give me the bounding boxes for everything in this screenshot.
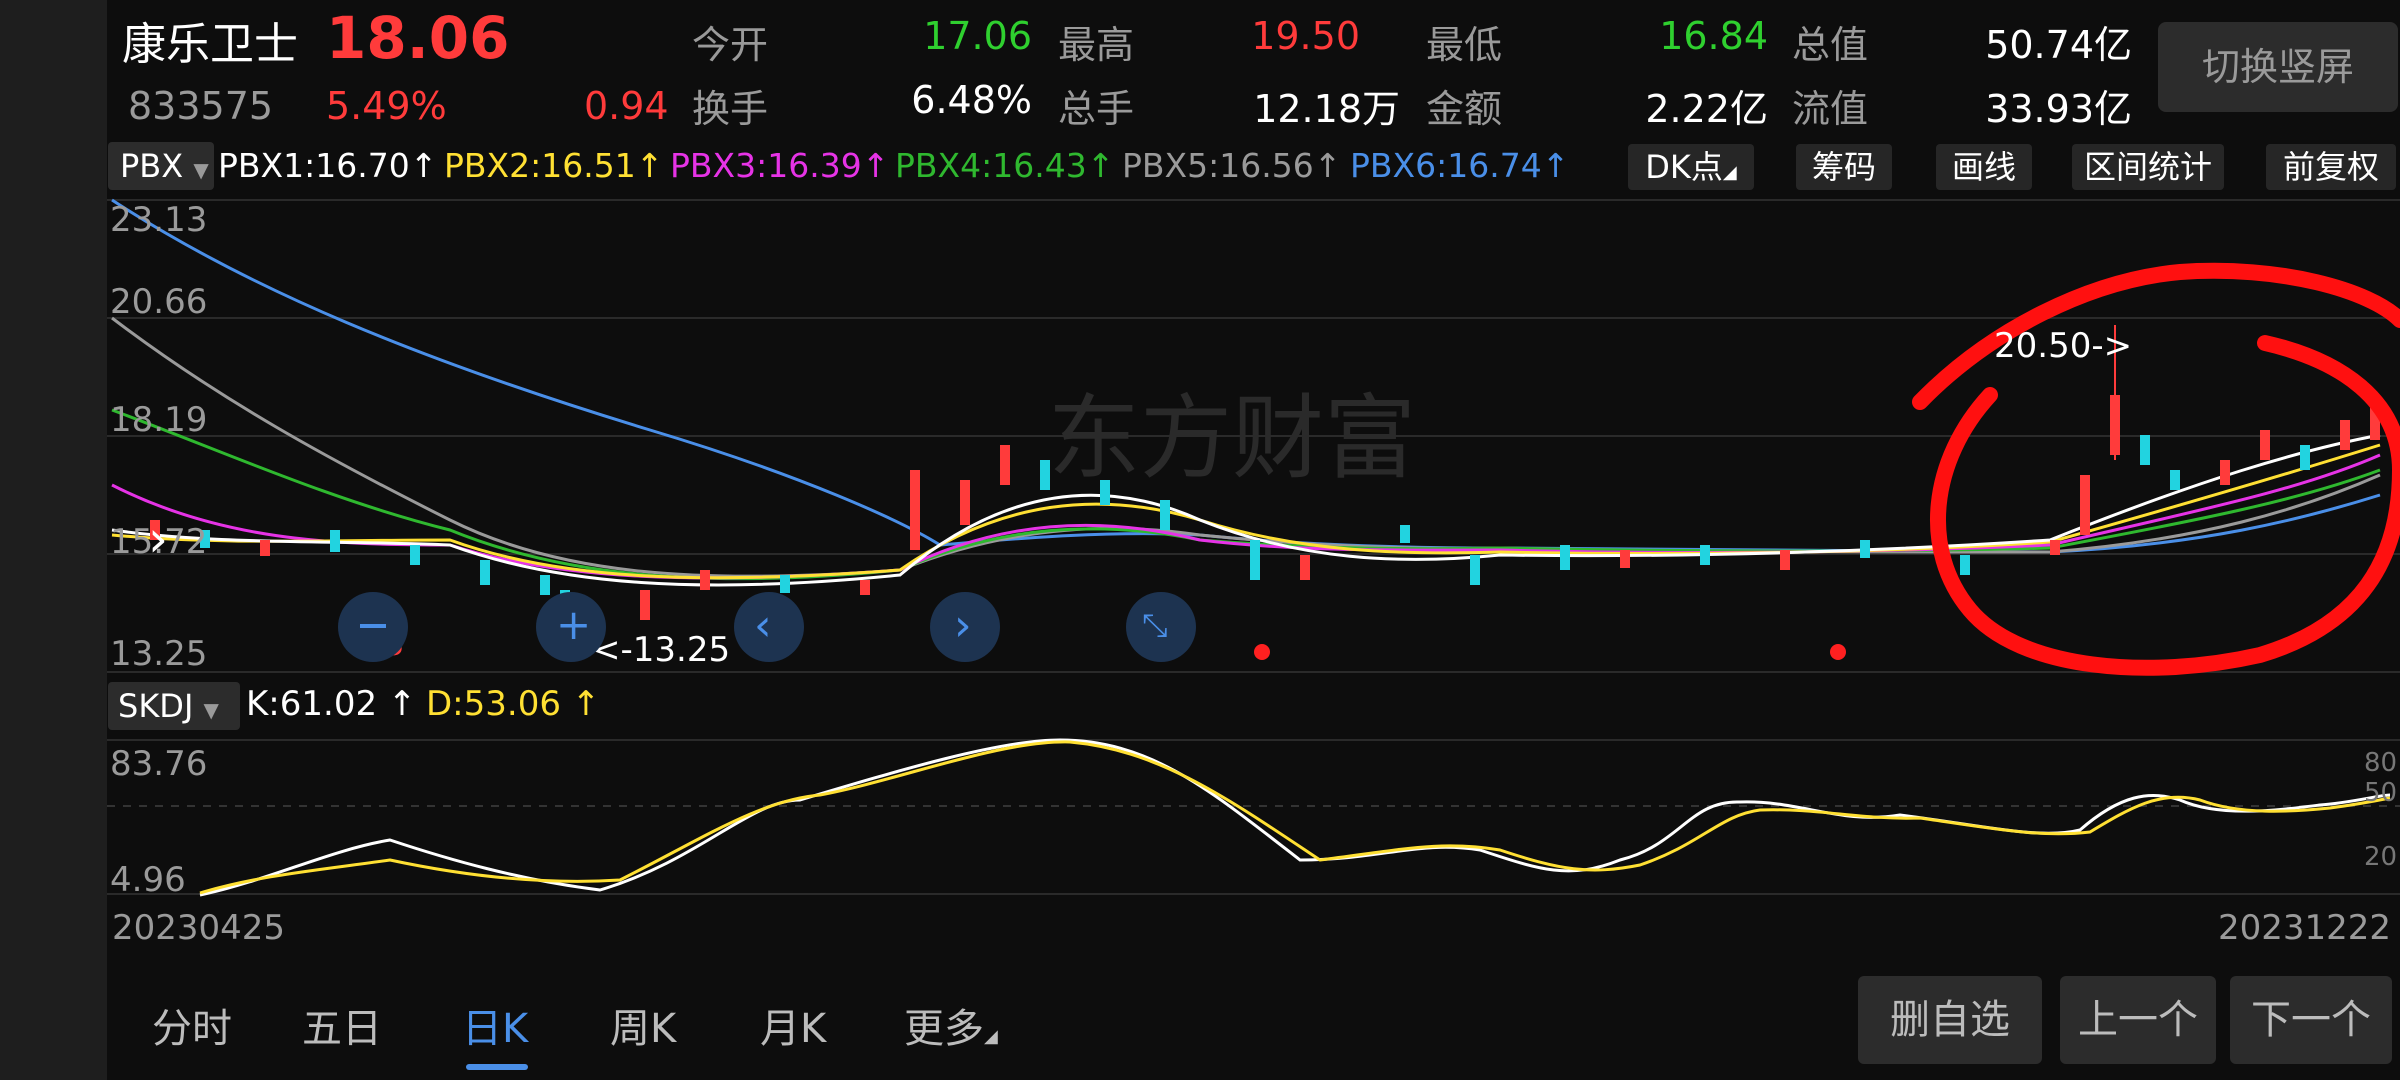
minus-icon: [360, 624, 386, 628]
next-stock-button[interactable]: 下一个: [2230, 976, 2392, 1064]
watermark: 东方财富: [1048, 385, 1416, 492]
kdj-lines: [199, 738, 2391, 897]
zoom-out-button[interactable]: [338, 592, 408, 662]
chevron-right-icon: ›: [954, 600, 972, 651]
signal-dot: [1254, 644, 1270, 660]
previous-stock-button[interactable]: 上一个: [2060, 976, 2216, 1064]
price-axis-label: 18.19: [110, 400, 208, 440]
tab-five-day[interactable]: 五日: [302, 996, 382, 1054]
kline-chart[interactable]: 东方财富: [0, 0, 2400, 1080]
kdj-selector[interactable]: SKDJ ▼: [108, 682, 240, 730]
price-axis-label: 13.25: [110, 634, 208, 674]
kdj-d-value: D:53.06 ↑: [426, 684, 601, 724]
kdj-right-label: 50: [2364, 778, 2398, 808]
expand-left-icon[interactable]: ›: [148, 510, 168, 568]
tab-more[interactable]: 更多◢: [904, 996, 998, 1054]
tab-weekly-k[interactable]: 周K: [610, 996, 676, 1054]
collapse-button[interactable]: ⤡: [1126, 592, 1196, 662]
price-axis-label: 20.66: [110, 282, 208, 322]
kdj-k-line: [199, 738, 2391, 897]
scroll-left-button[interactable]: ‹: [734, 592, 804, 662]
tab-monthly-k[interactable]: 月K: [760, 996, 826, 1054]
kdj-axis-label: 4.96: [110, 860, 186, 900]
chevron-left-icon: ‹: [754, 600, 772, 651]
dropdown-triangle-icon: ▼: [203, 698, 219, 722]
signal-dot: [1830, 644, 1846, 660]
kdj-k-value: K:61.02 ↑: [246, 684, 417, 724]
kdj-right-label: 20: [2364, 842, 2398, 872]
end-date: 20231222: [2218, 908, 2392, 948]
low-marker: <-13.25: [592, 630, 731, 670]
price-axis-label: 23.13: [110, 200, 208, 240]
delete-watchlist-button[interactable]: 删自选: [1858, 976, 2042, 1064]
high-marker: 20.50->: [1994, 326, 2133, 366]
ma-blue-line: [111, 198, 2381, 554]
tab-daily-k[interactable]: 日K: [462, 996, 528, 1054]
scroll-right-button[interactable]: ›: [930, 592, 1000, 662]
plus-icon: +: [556, 600, 592, 649]
collapse-icon: ⤡: [1142, 606, 1168, 644]
zoom-in-button[interactable]: +: [536, 592, 606, 662]
kdj-d-line: [199, 740, 2391, 895]
tab-intraday[interactable]: 分时: [152, 996, 232, 1054]
active-tab-indicator: [466, 1064, 528, 1070]
kdj-selector-label: SKDJ: [118, 687, 194, 725]
kdj-right-label: 80: [2364, 748, 2398, 778]
hand-drawn-circle-annotation: [1912, 262, 2400, 676]
kdj-axis-label: 83.76: [110, 744, 208, 784]
start-date: 20230425: [112, 908, 286, 948]
